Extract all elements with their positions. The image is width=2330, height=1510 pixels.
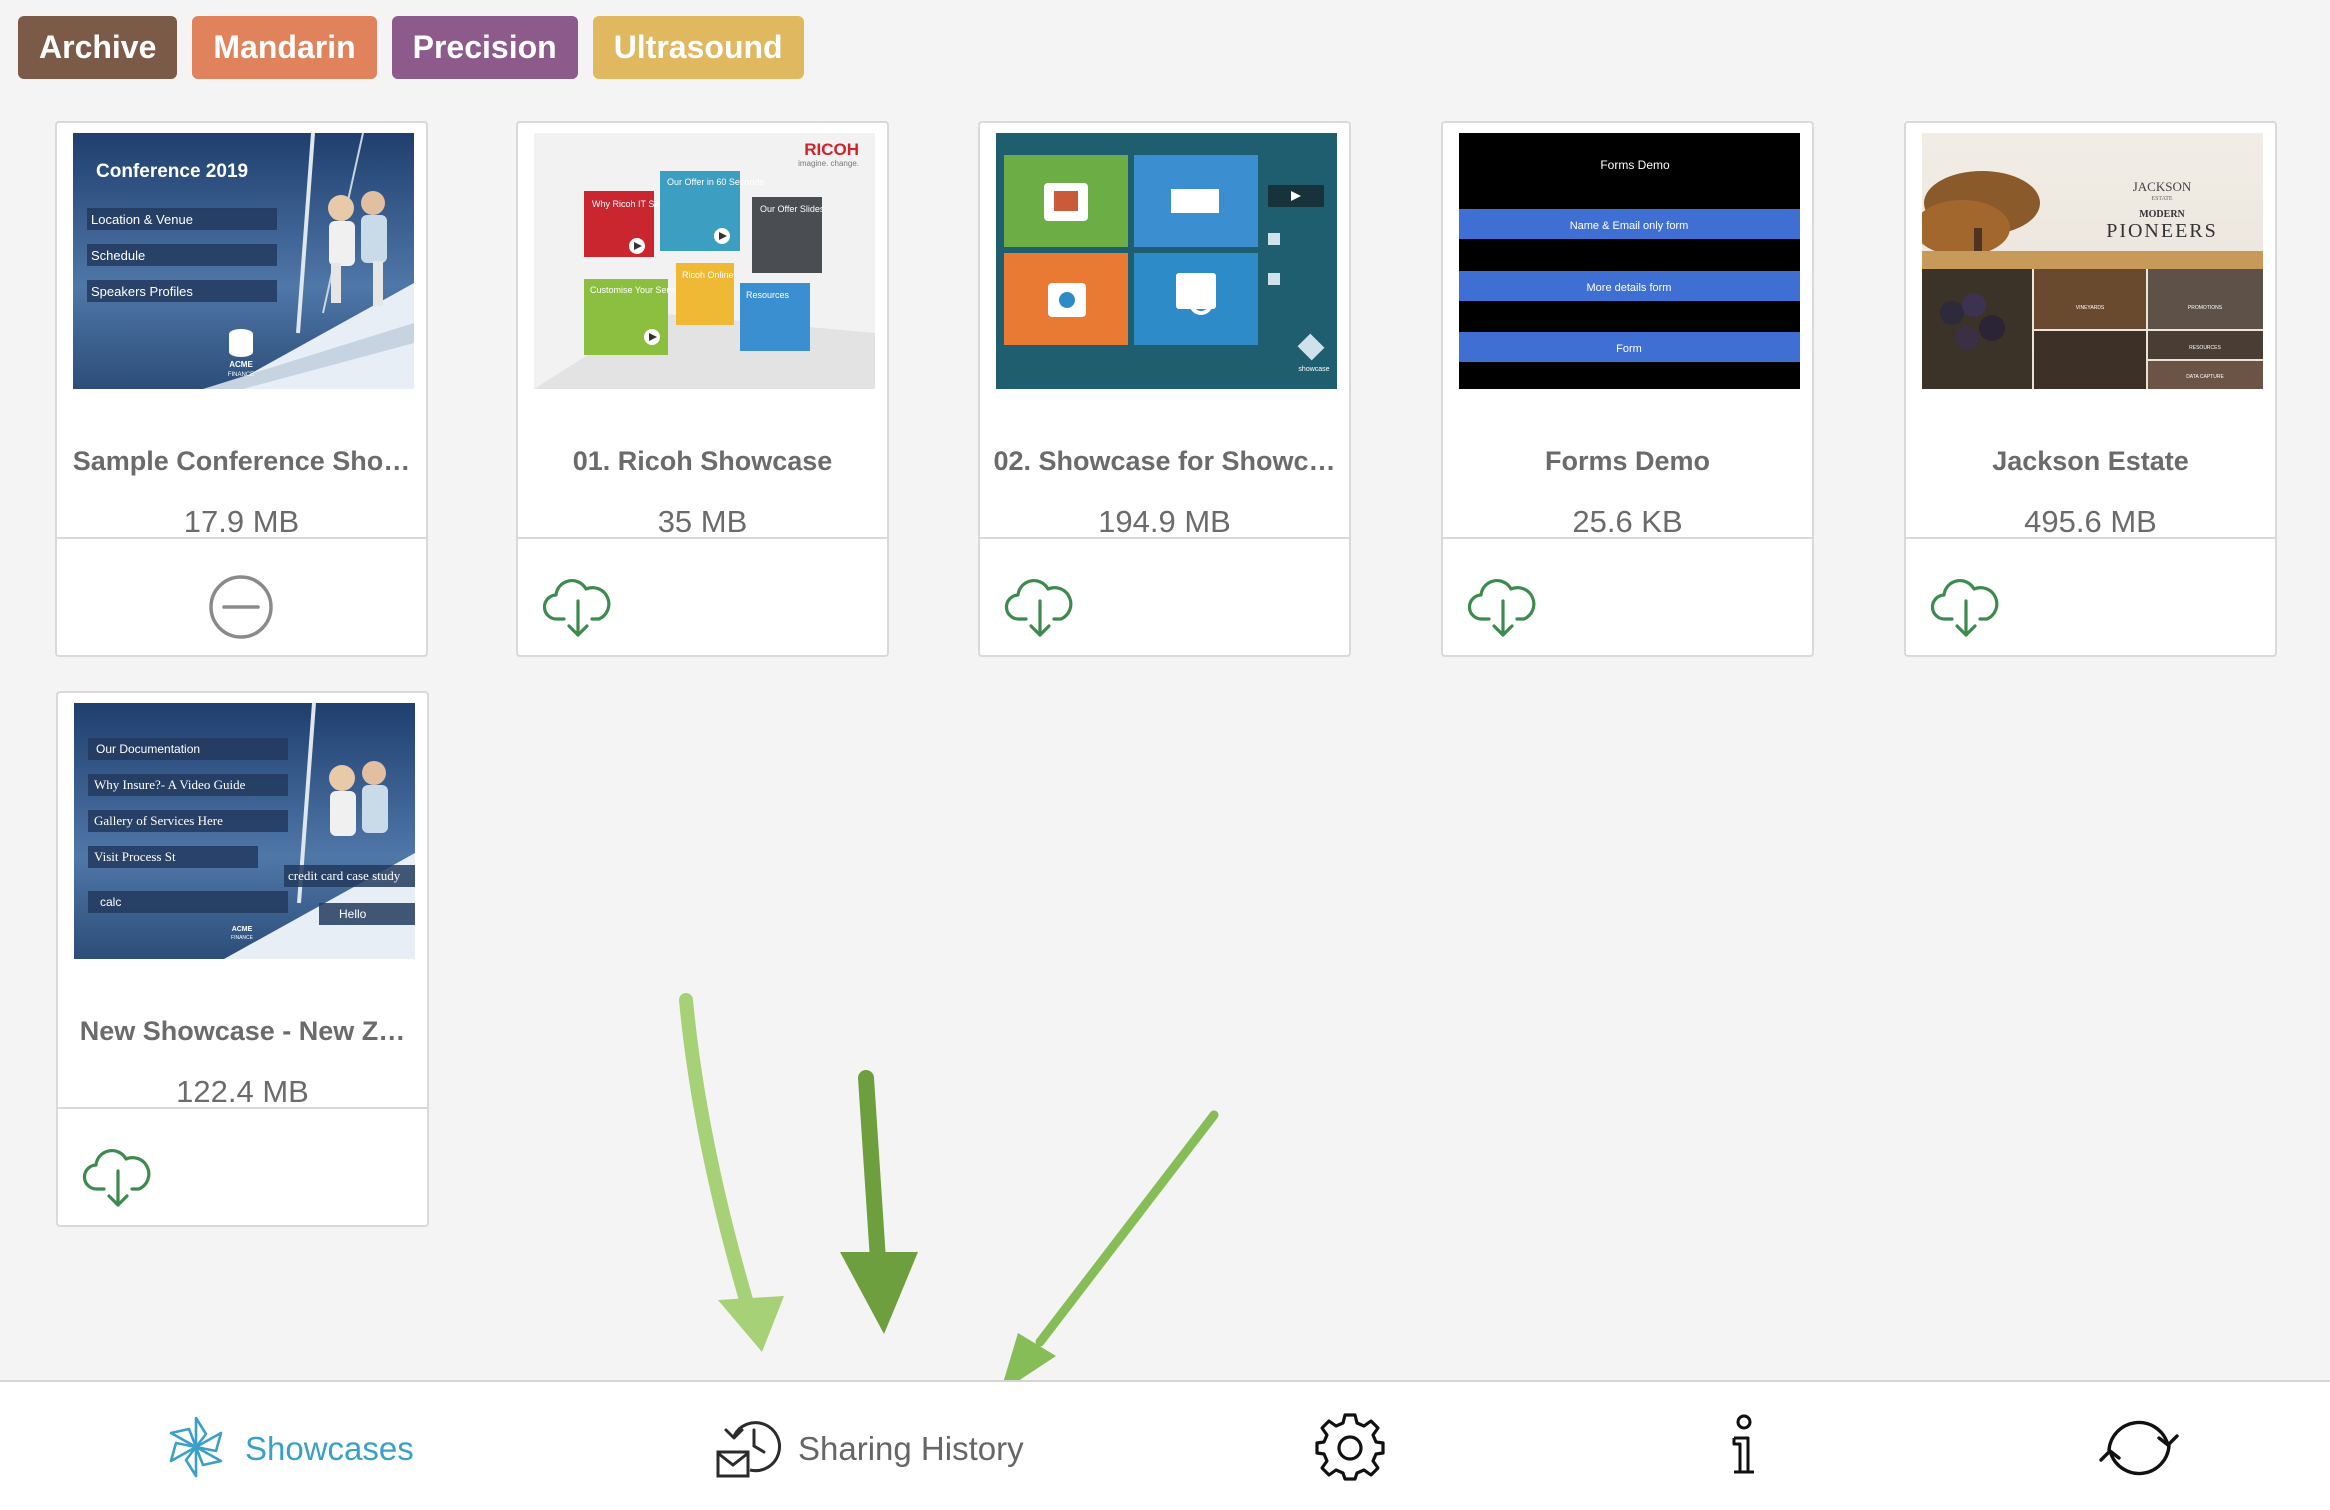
nav-label: Sharing History xyxy=(798,1430,1024,1467)
svg-text:Customise Your Service: Customise Your Service xyxy=(590,285,686,295)
svg-text:Form: Form xyxy=(1616,343,1642,355)
showcase-size: 495.6 MB xyxy=(2024,504,2157,539)
svg-text:Hello: Hello xyxy=(339,907,367,921)
tag-archive[interactable]: Archive xyxy=(18,16,178,79)
svg-text:Resources: Resources xyxy=(746,290,790,300)
svg-text:Gallery of Services Here: Gallery of Services Here xyxy=(94,813,223,828)
svg-text:ACME: ACME xyxy=(232,926,253,933)
tag-precision[interactable]: Precision xyxy=(391,16,578,79)
showcase-card[interactable]: Our Documentation Why Insure?- A Video G… xyxy=(56,691,429,1227)
svg-text:Name & Email only form: Name & Email only form xyxy=(1570,220,1689,232)
svg-text:Location & Venue: Location & Venue xyxy=(91,212,193,227)
showcase-size: 17.9 MB xyxy=(183,504,300,539)
svg-text:MODERN: MODERN xyxy=(2139,209,2185,220)
cloud-download-icon[interactable] xyxy=(1004,569,1076,641)
app-root: Archive Mandarin Precision Ultrasound Co… xyxy=(0,0,2330,1510)
divider xyxy=(1906,537,2275,539)
divider xyxy=(518,537,887,539)
showcase-size: 25.6 KB xyxy=(1572,504,1683,539)
showcase-title: Forms Demo xyxy=(1544,446,1711,476)
svg-text:credit card case study: credit card case study xyxy=(288,868,401,883)
nav-sharing-history[interactable]: Sharing History xyxy=(714,1414,1024,1484)
svg-text:ACME: ACME xyxy=(229,360,253,369)
nav-settings[interactable] xyxy=(1315,1412,1385,1487)
showcase-size: 35 MB xyxy=(657,504,748,539)
svg-text:calc: calc xyxy=(100,895,121,909)
showcase-title: New Showcase - New Z… xyxy=(79,1016,406,1046)
tag-ultrasound[interactable]: Ultrasound xyxy=(592,16,804,79)
showcase-card[interactable]: Conference 2019 Location & Venue Schedul… xyxy=(55,121,428,657)
svg-text:FINANCE: FINANCE xyxy=(228,372,254,378)
svg-text:DATA CAPTURE: DATA CAPTURE xyxy=(2186,374,2224,380)
showcase-card[interactable]: RICOH imagine. change. Why Ricoh IT Serv… xyxy=(516,121,889,657)
svg-text:FINANCE: FINANCE xyxy=(231,935,254,941)
divider xyxy=(980,537,1349,539)
svg-text:showcase: showcase xyxy=(1298,366,1329,373)
showcase-title: 02. Showcase for Showc… xyxy=(993,446,1336,476)
showcase-title: 01. Ricoh Showcase xyxy=(572,446,833,476)
svg-text:Schedule: Schedule xyxy=(91,248,145,263)
showcase-card[interactable]: Forms Demo Name & Email only form More d… xyxy=(1441,121,1814,657)
svg-text:Forms Demo: Forms Demo xyxy=(1600,158,1670,172)
divider xyxy=(57,537,426,539)
cloud-download-icon[interactable] xyxy=(542,569,614,641)
remove-icon[interactable] xyxy=(205,571,277,643)
svg-text:More details form: More details form xyxy=(1587,282,1672,294)
showcase-thumbnail[interactable]: RICOH imagine. change. Why Ricoh IT Serv… xyxy=(534,133,875,389)
svg-text:Our Offer in 60 Seconds: Our Offer in 60 Seconds xyxy=(667,177,764,187)
svg-text:Speakers Profiles: Speakers Profiles xyxy=(91,284,193,299)
sharing-history-icon xyxy=(714,1412,784,1487)
svg-text:PROMOTIONS: PROMOTIONS xyxy=(2188,305,2223,311)
showcase-thumbnail[interactable]: Conference 2019 Location & Venue Schedul… xyxy=(73,133,414,389)
showcase-size: 122.4 MB xyxy=(176,1074,309,1109)
gear-icon xyxy=(1315,1412,1385,1487)
showcase-title: Jackson Estate xyxy=(1992,446,2189,476)
nav-info[interactable] xyxy=(1708,1414,1778,1484)
divider xyxy=(1443,537,1812,539)
svg-text:ESTATE: ESTATE xyxy=(2151,196,2173,202)
cloud-download-icon[interactable] xyxy=(1930,569,2002,641)
nav-showcases[interactable]: Showcases xyxy=(161,1414,414,1484)
svg-text:RESOURCES: RESOURCES xyxy=(2189,345,2221,351)
info-icon xyxy=(1708,1412,1778,1487)
showcase-thumbnail[interactable]: showcase xyxy=(996,133,1337,389)
showcase-thumbnail[interactable]: JACKSON ESTATE MODERN PIONEERS VINEYARDS… xyxy=(1922,133,2263,389)
sync-icon xyxy=(2095,1412,2183,1487)
showcase-size: 194.9 MB xyxy=(1098,504,1231,539)
svg-text:Visit Process St: Visit Process St xyxy=(94,849,176,864)
showcase-card[interactable]: showcase 02. Showcase for Showc… 194.9 M… xyxy=(978,121,1351,657)
showcase-title: Sample Conference Sho… xyxy=(72,446,411,476)
svg-text:Our Offer Slides: Our Offer Slides xyxy=(760,204,825,214)
cloud-download-icon[interactable] xyxy=(1467,569,1539,641)
nav-label: Showcases xyxy=(245,1430,414,1467)
tag-mandarin[interactable]: Mandarin xyxy=(192,16,377,79)
svg-text:Why Insure?- A Video Guide: Why Insure?- A Video Guide xyxy=(94,777,246,792)
svg-text:Ricoh Online: Ricoh Online xyxy=(682,270,734,280)
cloud-download-icon[interactable] xyxy=(82,1139,154,1211)
svg-text:imagine. change.: imagine. change. xyxy=(798,159,859,168)
svg-text:JACKSON: JACKSON xyxy=(2133,179,2192,194)
divider xyxy=(58,1107,427,1109)
bottom-nav: Showcases Sharing History xyxy=(0,1380,2330,1510)
showcase-thumbnail[interactable]: Our Documentation Why Insure?- A Video G… xyxy=(74,703,415,959)
svg-text:VINEYARDS: VINEYARDS xyxy=(2076,305,2105,311)
tag-bar: Archive Mandarin Precision Ultrasound xyxy=(18,16,804,79)
svg-text:PIONEERS: PIONEERS xyxy=(2106,220,2218,242)
nav-sync[interactable] xyxy=(2095,1414,2183,1484)
thumb-heading: Conference 2019 xyxy=(96,161,248,182)
ricoh-logo: RICOH xyxy=(804,140,859,159)
showcase-thumbnail[interactable]: Forms Demo Name & Email only form More d… xyxy=(1459,133,1800,389)
showcases-flower-icon xyxy=(161,1412,231,1487)
showcase-card[interactable]: JACKSON ESTATE MODERN PIONEERS VINEYARDS… xyxy=(1904,121,2277,657)
svg-text:Our Documentation: Our Documentation xyxy=(96,742,200,756)
